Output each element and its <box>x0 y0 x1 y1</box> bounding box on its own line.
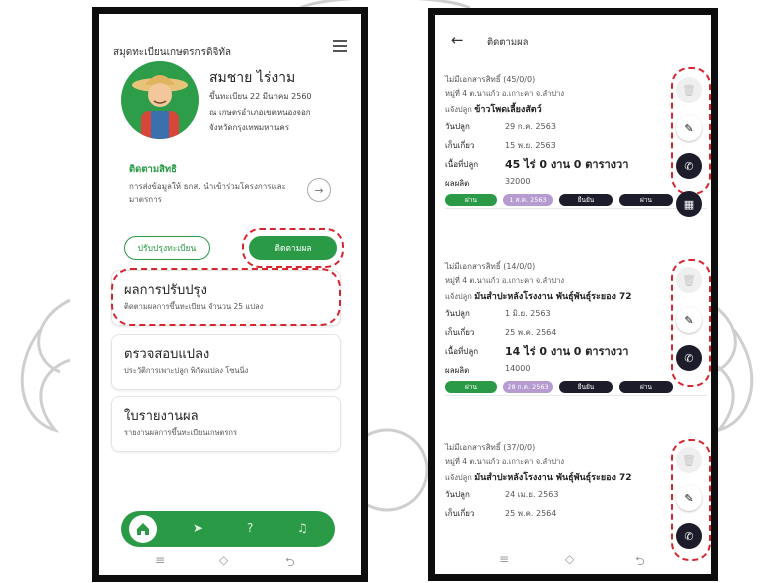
yield-value: 32000 <box>505 177 531 186</box>
edit-icon[interactable]: ✎ <box>676 307 702 333</box>
plot-address: หมู่ที่ 4 ต.นาแก้ว อ.เกาะคา จ.ลำปาง <box>445 457 565 466</box>
crop-prefix: แจ้งปลูก <box>445 292 472 301</box>
confirm-badge: ยืนยัน <box>559 381 613 393</box>
status-badge: ผ่าน <box>619 194 673 206</box>
harvest-date-label: เก็บเกี่ยว <box>445 509 475 518</box>
document-status: ไม่มีเอกสารสิทธิ์ (37/0/0) <box>445 443 536 452</box>
help-icon[interactable]: ? <box>247 521 253 535</box>
plot-area: 45 ไร่ 0 งาน 0 ตารางวา <box>505 158 629 171</box>
farmer-illustration-icon <box>132 75 188 139</box>
status-tags: ผ่าน 1 ส.ค. 2563 ยืนยัน ผ่าน <box>445 194 707 208</box>
recents-icon[interactable]: ≡ <box>499 552 509 566</box>
plant-date-label: วันปลูก <box>445 490 470 499</box>
highlight-ring <box>111 268 341 326</box>
phone-screen-follow-up: ← ติดตามผล ไม่มีเอกสารสิทธิ์ (45/0/0) หม… <box>428 8 718 581</box>
yield-label: ผลผลิต <box>445 179 470 188</box>
registration-office: ณ เกษตรอำเภอเขตหนองจอก <box>209 108 311 117</box>
date-badge: 28 ก.ค. 2563 <box>503 381 553 393</box>
document-status: ไม่มีเอกสารสิทธิ์ (45/0/0) <box>445 75 536 84</box>
phone-screen-profile: สมุดทะเบียนเกษตรกรดิจิทัล สมชาย ไร่งาม ข… <box>92 7 368 582</box>
plot-record[interactable]: ไม่มีเอกสารสิทธิ์ (37/0/0) หมู่ที่ 4 ต.น… <box>445 441 707 522</box>
back-nav-icon[interactable]: ⮌ <box>285 553 295 574</box>
recents-icon[interactable]: ≡ <box>155 553 165 567</box>
back-nav-icon[interactable]: ⮌ <box>635 552 645 573</box>
rights-title: ติดตามสิทธิ <box>129 164 177 175</box>
edit-icon[interactable]: ✎ <box>676 115 702 141</box>
improve-registration-button[interactable]: ปรับปรุงทะเบียน <box>124 236 210 260</box>
app-title: สมุดทะเบียนเกษตรกรดิจิทัล <box>113 47 232 58</box>
system-navigation-bar: ≡ ◇ ⮌ <box>435 552 711 568</box>
status-badge: ผ่าน <box>445 381 497 393</box>
menu-card-subtitle: รายงานผลการขึ้นทะเบียนเกษตรกร <box>124 428 237 437</box>
farmer-name: สมชาย ไร่งาม <box>209 70 296 86</box>
system-navigation-bar: ≡ ◇ ⮌ <box>99 553 361 569</box>
menu-card-title: ตรวจสอบแปลง <box>124 347 210 362</box>
arrow-right-icon[interactable]: → <box>307 178 331 202</box>
status-tags: ผ่าน 28 ก.ค. 2563 ยืนยัน ผ่าน <box>445 381 707 395</box>
harvest-date-label: เก็บเกี่ยว <box>445 141 475 150</box>
follow-up-button[interactable]: ติดตามผล <box>249 236 337 260</box>
document-status: ไม่มีเอกสารสิทธิ์ (14/0/0) <box>445 262 536 271</box>
phone-icon[interactable]: ✆ <box>676 153 702 179</box>
menu-card-subtitle: ประวัติการเพาะปลูก พิกัดแปลง โซนนิ่ง <box>124 366 249 375</box>
home-icon[interactable] <box>129 515 157 543</box>
plant-date: 24 เม.ย. 2563 <box>505 490 559 499</box>
date-badge: 1 ส.ค. 2563 <box>503 194 553 206</box>
back-arrow-icon[interactable]: ← <box>451 31 464 49</box>
avatar <box>121 61 199 139</box>
status-badge: ผ่าน <box>445 194 497 206</box>
crop-name: มันสำปะหลังโรงงาน พันธุ์พันธุ์ระยอง 72 <box>474 292 632 302</box>
send-icon[interactable]: ➤ <box>193 521 203 535</box>
bottom-navigation: ➤ ? ♫ <box>121 511 335 547</box>
crop-info: แจ้งปลูก ข้าวโพดเลี้ยงสัตว์ <box>445 102 707 116</box>
registration-province: จังหวัดกรุงเทพมหานคร <box>209 123 290 132</box>
crop-name: มันสำปะหลังโรงงาน พันธุ์พันธุ์ระยอง 72 <box>474 473 632 483</box>
delete-icon[interactable]: 🗑 <box>676 267 702 293</box>
home-nav-icon[interactable]: ◇ <box>219 553 228 567</box>
crop-prefix: แจ้งปลูก <box>445 105 472 114</box>
hamburger-menu-icon[interactable] <box>333 40 347 52</box>
plot-record[interactable]: ไม่มีเอกสารสิทธิ์ (14/0/0) หมู่ที่ 4 ต.น… <box>445 260 707 396</box>
rights-description: การส่งข้อมูลให้ ธกส. นำเข้าร่วมโครงการแล… <box>129 182 286 204</box>
harvest-date-label: เก็บเกี่ยว <box>445 328 475 337</box>
phone-icon[interactable]: ✆ <box>676 345 702 371</box>
screen-title: ติดตามผล <box>487 37 529 48</box>
plant-date-label: วันปลูก <box>445 122 470 131</box>
plot-address: หมู่ที่ 4 ต.นาแก้ว อ.เกาะคา จ.ลำปาง <box>445 89 565 98</box>
crop-info: แจ้งปลูก มันสำปะหลังโรงงาน พันธุ์พันธุ์ร… <box>445 289 707 303</box>
plot-area: 14 ไร่ 0 งาน 0 ตารางวา <box>505 345 629 358</box>
phone-icon[interactable]: ✆ <box>676 523 702 549</box>
edit-icon[interactable]: ✎ <box>676 485 702 511</box>
harvest-date: 25 พ.ค. 2564 <box>505 328 557 337</box>
menu-card-title: ใบรายงานผล <box>124 409 199 424</box>
harvest-date: 15 พ.ย. 2563 <box>505 141 556 150</box>
menu-card-check-plots[interactable]: ตรวจสอบแปลง ประวัติการเพาะปลูก พิกัดแปลง… <box>111 334 341 390</box>
screen-header: ← ติดตามผล <box>451 31 695 53</box>
menu-card-report[interactable]: ใบรายงานผล รายงานผลการขึ้นทะเบียนเกษตรกร <box>111 396 341 452</box>
registration-date: ขึ้นทะเบียน 22 มีนาคม 2560 <box>209 92 312 101</box>
yield-label: ผลผลิต <box>445 366 470 375</box>
bell-icon[interactable]: ♫ <box>297 521 308 535</box>
delete-icon[interactable]: 🗑 <box>676 447 702 473</box>
area-label: เนื้อที่ปลูก <box>445 347 479 356</box>
delete-icon[interactable]: 🗑 <box>676 77 702 103</box>
crop-prefix: แจ้งปลูก <box>445 473 472 482</box>
app-header: สมุดทะเบียนเกษตรกรดิจิทัล <box>113 40 347 58</box>
plant-date-label: วันปลูก <box>445 309 470 318</box>
confirm-badge: ยืนยัน <box>559 194 613 206</box>
harvest-date: 25 พ.ค. 2564 <box>505 509 557 518</box>
home-nav-icon[interactable]: ◇ <box>565 552 574 566</box>
plot-record[interactable]: ไม่มีเอกสารสิทธิ์ (45/0/0) หมู่ที่ 4 ต.น… <box>445 73 707 209</box>
plant-date: 29 ก.ค. 2563 <box>505 122 556 131</box>
status-badge: ผ่าน <box>619 381 673 393</box>
yield-value: 14000 <box>505 364 531 373</box>
area-label: เนื้อที่ปลูก <box>445 160 479 169</box>
crop-info: แจ้งปลูก มันสำปะหลังโรงงาน พันธุ์พันธุ์ร… <box>445 470 707 484</box>
plant-date: 1 มิ.ย. 2563 <box>505 309 551 318</box>
plot-address: หมู่ที่ 4 ต.นาแก้ว อ.เกาะคา จ.ลำปาง <box>445 276 565 285</box>
calculator-icon[interactable]: ▦ <box>676 191 702 217</box>
crop-name: ข้าวโพดเลี้ยงสัตว์ <box>474 105 542 115</box>
